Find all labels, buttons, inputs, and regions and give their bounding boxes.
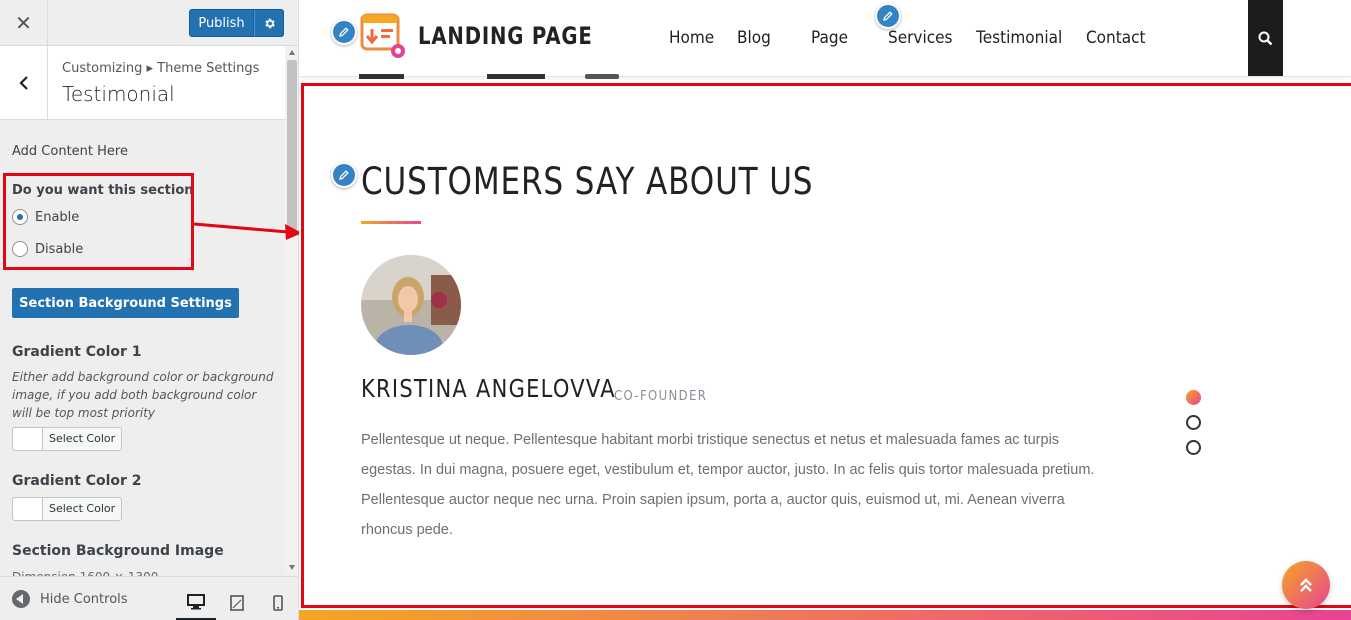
add-content-label: Add Content Here: [12, 144, 128, 159]
section-title: Testimonial: [62, 82, 175, 106]
nav-blog[interactable]: Blog: [737, 28, 771, 48]
nav-page[interactable]: Page: [811, 28, 848, 48]
breadcrumb: Customizing ▸ Theme Settings: [62, 61, 260, 76]
color-swatch: [13, 428, 43, 450]
preview-tablet-button[interactable]: [217, 585, 257, 620]
hide-controls-button[interactable]: Hide Controls: [12, 590, 128, 608]
collapse-icon: [12, 590, 30, 608]
chevron-left-icon: [18, 75, 28, 90]
edit-heading-shortcut[interactable]: [331, 162, 357, 188]
testimonial-person-role: CO-FOUNDER: [614, 389, 708, 404]
search-icon: [1258, 31, 1273, 45]
slider-dot-2[interactable]: [1186, 415, 1201, 430]
avatar: [361, 255, 461, 355]
select-color-label: Select Color: [49, 502, 116, 515]
nav-testimonial[interactable]: Testimonial: [976, 28, 1062, 48]
annotation-arrow: [193, 222, 302, 240]
color-swatch: [13, 498, 43, 520]
desktop-icon: [187, 593, 205, 609]
nav-home[interactable]: Home: [669, 28, 714, 48]
preview-desktop-button[interactable]: [176, 585, 216, 620]
highlight-box: [3, 173, 194, 270]
previous-section-edge: [359, 74, 619, 79]
testimonial-heading: CUSTOMERS SAY ABOUT US: [361, 160, 814, 203]
gradient-color-1-label: Gradient Color 1: [12, 344, 142, 360]
select-color-label: Select Color: [49, 432, 116, 445]
gradient-color-2-picker[interactable]: Select Color: [12, 497, 123, 521]
customizer-top-bar: ✕ Publish: [0, 0, 298, 46]
scroll-to-top-button[interactable]: [1282, 561, 1330, 609]
sidebar-scrollbar[interactable]: [285, 46, 298, 574]
edit-logo-shortcut[interactable]: [331, 19, 357, 45]
gradient-color-1-description: Either add background color or backgroun…: [12, 370, 274, 420]
slider-dot-3[interactable]: [1186, 440, 1201, 455]
testimonial-person-name: KRISTINA ANGELOVVA: [361, 374, 616, 403]
site-header: LANDING PAGE Home Blog Page Services Tes…: [299, 0, 1351, 77]
scroll-thumb[interactable]: [287, 60, 297, 230]
search-button[interactable]: [1248, 0, 1283, 76]
nav-contact[interactable]: Contact: [1086, 28, 1146, 48]
gear-icon: [264, 18, 275, 28]
back-button[interactable]: [0, 46, 48, 119]
hide-controls-label: Hide Controls: [40, 591, 128, 607]
close-icon: ✕: [15, 12, 32, 35]
scroll-up-icon[interactable]: [289, 50, 295, 55]
tablet-icon: [230, 595, 244, 611]
double-chevron-up-icon: [1300, 578, 1312, 592]
scroll-down-icon[interactable]: [289, 565, 295, 570]
publish-button[interactable]: Publish: [189, 9, 254, 37]
gradient-color-1-picker[interactable]: Select Color: [12, 427, 123, 451]
slider-dot-1[interactable]: [1186, 390, 1201, 405]
mobile-icon: [273, 595, 283, 611]
preview-mobile-button[interactable]: [258, 585, 298, 620]
edit-menu-shortcut[interactable]: [875, 3, 901, 29]
customizer-footer: Hide Controls: [0, 576, 298, 620]
close-customizer-button[interactable]: ✕: [0, 0, 48, 46]
section-background-settings-button[interactable]: Section Background Settings: [12, 288, 239, 318]
customizer-sidebar: ✕ Publish Customizing ▸ Theme Settings T…: [0, 0, 299, 620]
nav-services[interactable]: Services: [888, 28, 953, 48]
heading-underline: [361, 221, 421, 224]
publish-settings-button[interactable]: [254, 9, 284, 37]
site-preview: LANDING PAGE Home Blog Page Services Tes…: [299, 0, 1351, 620]
next-section-edge: [299, 610, 1351, 620]
gradient-color-2-label: Gradient Color 2: [12, 473, 142, 489]
section-header: Customizing ▸ Theme Settings Testimonial: [0, 46, 285, 120]
pencil-icon: [883, 11, 893, 21]
testimonial-quote: Pellentesque ut neque. Pellentesque habi…: [361, 432, 1095, 538]
site-logo-text[interactable]: LANDING PAGE: [418, 22, 593, 50]
pencil-icon: [339, 170, 349, 180]
section-background-image-label: Section Background Image: [12, 543, 224, 559]
pencil-icon: [339, 27, 349, 37]
logo-icon: [360, 13, 405, 58]
